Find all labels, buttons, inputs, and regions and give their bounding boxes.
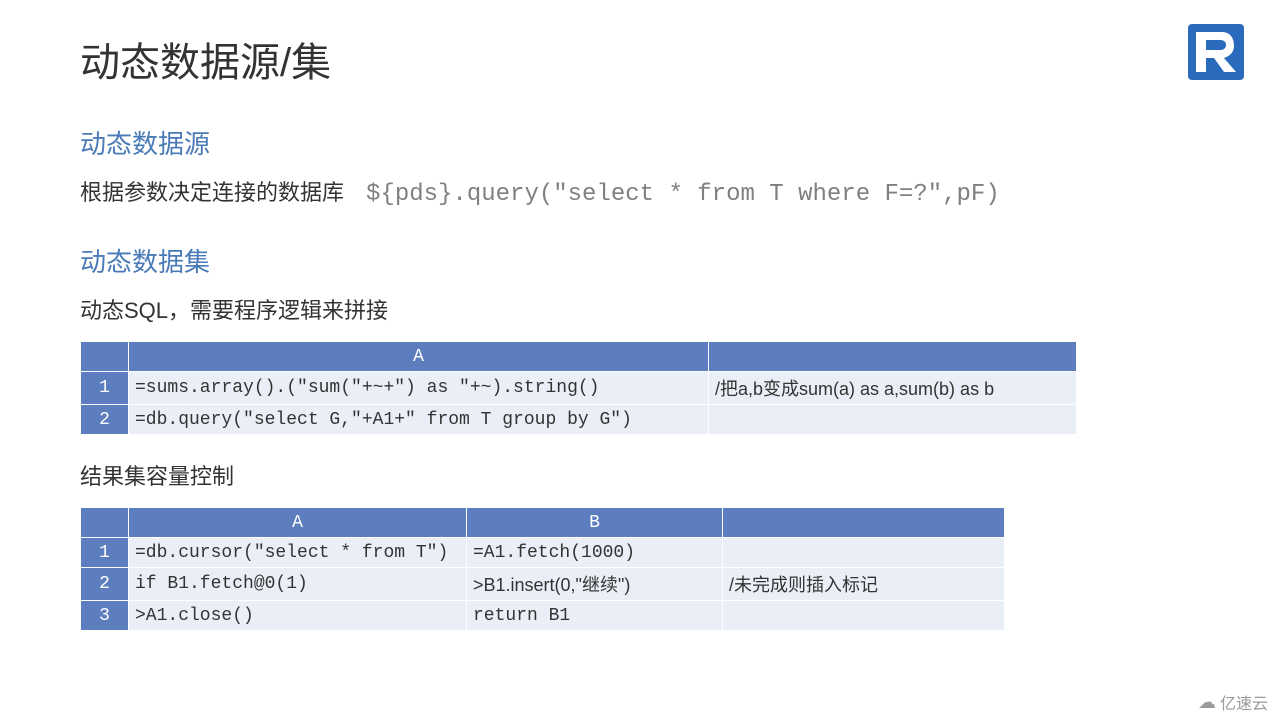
cell-a2: =db.query("select G,"+A1+" from T group … bbox=[129, 405, 709, 435]
table-row: 3 >A1.close() return B1 bbox=[81, 601, 1005, 631]
table-row: 2 =db.query("select G,"+A1+" from T grou… bbox=[81, 405, 1077, 435]
table-row: 1 =db.cursor("select * from T") =A1.fetc… bbox=[81, 538, 1005, 568]
cell-b1: /把a,b变成sum(a) as a,sum(b) as b bbox=[709, 372, 1077, 405]
table-1-col-a: A bbox=[129, 342, 709, 372]
row-num: 3 bbox=[81, 601, 129, 631]
section-1-code: ${pds}.query("select * from T where F=?"… bbox=[366, 181, 1000, 208]
table-2-col-b: B bbox=[467, 508, 723, 538]
cloud-icon: ☁ bbox=[1198, 692, 1216, 713]
cell-a2: if B1.fetch@0(1) bbox=[129, 568, 467, 601]
table-row: 2 if B1.fetch@0(1) >B1.insert(0,"继续") /未… bbox=[81, 568, 1005, 601]
table-1-corner bbox=[81, 342, 129, 372]
cell-b3: return B1 bbox=[467, 601, 723, 631]
row-num: 1 bbox=[81, 372, 129, 405]
watermark: ☁ 亿速云 bbox=[1198, 690, 1268, 714]
brand-logo bbox=[1188, 24, 1244, 80]
table-1-col-b bbox=[709, 342, 1077, 372]
section-2-heading: 动态数据集 bbox=[80, 242, 1200, 279]
table-2-col-a: A bbox=[129, 508, 467, 538]
cell-a3: >A1.close() bbox=[129, 601, 467, 631]
cell-b2 bbox=[709, 405, 1077, 435]
table-row: 1 =sums.array().("sum("+~+") as "+~).str… bbox=[81, 372, 1077, 405]
row-num: 2 bbox=[81, 568, 129, 601]
cell-a1: =sums.array().("sum("+~+") as "+~).strin… bbox=[129, 372, 709, 405]
table-2: A B 1 =db.cursor("select * from T") =A1.… bbox=[80, 507, 1005, 631]
cell-c2: /未完成则插入标记 bbox=[723, 568, 1005, 601]
table-1: A 1 =sums.array().("sum("+~+") as "+~).s… bbox=[80, 341, 1077, 435]
table-2-corner bbox=[81, 508, 129, 538]
watermark-text: 亿速云 bbox=[1220, 690, 1268, 714]
slide-title: 动态数据源/集 bbox=[80, 30, 1200, 88]
section-2-desc: 动态SQL，需要程序逻辑来拼接 bbox=[80, 293, 1200, 325]
cell-a1: =db.cursor("select * from T") bbox=[129, 538, 467, 568]
table-2-col-c bbox=[723, 508, 1005, 538]
row-num: 2 bbox=[81, 405, 129, 435]
row-num: 1 bbox=[81, 538, 129, 568]
cell-b2: >B1.insert(0,"继续") bbox=[467, 568, 723, 601]
cell-b1: =A1.fetch(1000) bbox=[467, 538, 723, 568]
section-1-heading: 动态数据源 bbox=[80, 124, 1200, 161]
section-3-desc: 结果集容量控制 bbox=[80, 459, 1200, 491]
cell-c1 bbox=[723, 538, 1005, 568]
section-1-desc: 根据参数决定连接的数据库 bbox=[80, 175, 344, 207]
cell-c3 bbox=[723, 601, 1005, 631]
